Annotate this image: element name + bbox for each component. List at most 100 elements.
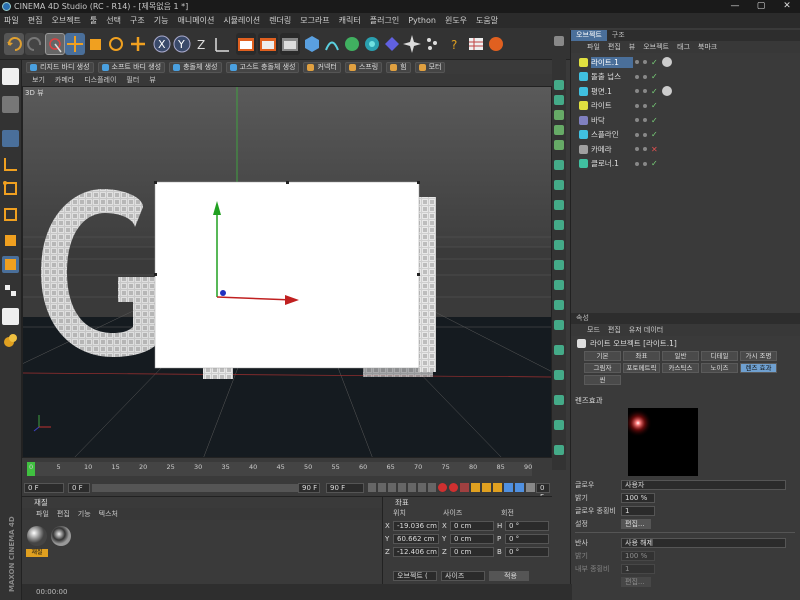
keyframe-selection-icon[interactable] <box>460 483 469 492</box>
strip-tool-icon[interactable] <box>554 240 564 250</box>
strip-tool-icon[interactable] <box>554 320 564 330</box>
render-dot-icon[interactable] <box>643 103 647 108</box>
position-field[interactable]: -19.036 cm <box>393 520 439 531</box>
glow-dropdown[interactable]: 사용자 <box>621 479 786 490</box>
pla-key-icon[interactable] <box>515 483 524 492</box>
object-name[interactable]: 라이트 <box>591 100 633 111</box>
spline-pen-icon[interactable] <box>322 33 342 55</box>
position-field[interactable]: 60.662 cm <box>393 533 439 544</box>
render-picture-viewer-icon[interactable] <box>258 33 278 55</box>
object-name[interactable]: 평면.1 <box>591 86 633 97</box>
attribute-tab[interactable]: 포토메트릭 <box>623 363 660 373</box>
z-axis-icon[interactable]: Z <box>192 33 212 55</box>
object-menu-item[interactable]: 파일 <box>587 42 600 52</box>
model-mode-icon[interactable] <box>2 96 19 113</box>
viewport-menu-item[interactable]: 뷰 <box>149 75 155 85</box>
tag-icon[interactable] <box>661 57 672 68</box>
attribute-tab[interactable]: 그림자 <box>584 363 621 373</box>
undo-icon[interactable] <box>4 33 24 55</box>
enabled-check-icon[interactable]: ✓ <box>651 87 658 96</box>
strip-tool-icon[interactable] <box>554 125 564 135</box>
play-icon[interactable] <box>398 483 406 492</box>
visibility-dot-icon[interactable] <box>635 103 639 108</box>
menu-item[interactable]: Python <box>408 16 436 25</box>
object-row[interactable]: 평면.1 ✓ <box>579 84 800 99</box>
layout-icon[interactable] <box>554 36 564 46</box>
strip-tool-icon[interactable] <box>554 200 564 210</box>
object-name[interactable]: 클로너.1 <box>591 158 633 169</box>
material-slot[interactable]: 재질 <box>26 525 48 557</box>
attribute-tab[interactable]: 디테일 <box>701 351 738 361</box>
dynamics-button[interactable]: 모터 <box>414 61 446 73</box>
enabled-check-icon[interactable]: ✓ <box>651 72 658 81</box>
menu-item[interactable]: 도움말 <box>476 15 498 26</box>
y-axis-icon[interactable]: Y <box>172 33 192 55</box>
axis-mode-icon[interactable] <box>2 256 19 273</box>
attribute-tab[interactable]: 렌즈 효과 <box>740 363 777 373</box>
attribute-menu-item[interactable]: 유저 데이터 <box>629 325 663 335</box>
dynamics-button[interactable]: 고스트 충돌체 생성 <box>225 61 300 73</box>
start-frame-field[interactable]: 0 F <box>24 483 64 493</box>
workplane-icon[interactable] <box>2 156 19 173</box>
menu-item[interactable]: 시뮬레이션 <box>223 15 260 26</box>
end-frame-field[interactable]: 90 F <box>298 483 320 493</box>
strip-tool-icon[interactable] <box>554 110 564 120</box>
time-range-slider[interactable] <box>92 484 312 492</box>
attribute-menu-item[interactable]: 편집 <box>608 325 621 335</box>
attribute-tab[interactable]: 기본 <box>584 351 621 361</box>
object-name[interactable]: 돌출 넙스 <box>591 71 633 82</box>
material-menu-item[interactable]: 편집 <box>57 509 70 519</box>
dynamics-button[interactable]: 스프링 <box>344 61 383 73</box>
attribute-tab[interactable]: 좌표 <box>623 351 660 361</box>
menu-item[interactable]: 편집 <box>28 15 43 26</box>
visibility-dot-icon[interactable] <box>635 161 639 166</box>
render-dot-icon[interactable] <box>643 147 647 152</box>
strip-tool-icon[interactable] <box>554 280 564 290</box>
strip-tool-icon[interactable] <box>554 260 564 270</box>
visibility-dot-icon[interactable] <box>635 118 639 123</box>
object-menu-item[interactable]: 편집 <box>608 42 621 52</box>
object-menu-item[interactable]: 오브젝트 <box>643 42 669 52</box>
attribute-tab[interactable]: 가시 조명 <box>740 351 777 361</box>
strip-tool-icon[interactable] <box>554 160 564 170</box>
texture-mode-icon[interactable] <box>2 130 19 147</box>
settings-edit-button[interactable]: 편집... <box>621 518 651 529</box>
autokey-icon[interactable] <box>449 483 458 492</box>
render-dot-icon[interactable] <box>643 89 647 94</box>
enabled-check-icon[interactable]: ✓ <box>651 159 658 168</box>
enabled-check-icon[interactable]: ✓ <box>651 130 658 139</box>
make-editable-icon[interactable] <box>2 68 19 85</box>
goto-start-icon[interactable] <box>368 483 376 492</box>
visibility-dot-icon[interactable] <box>635 74 639 79</box>
menu-item[interactable]: 구조 <box>130 15 145 26</box>
attribute-tab[interactable]: 일반 <box>662 351 699 361</box>
menu-item[interactable]: 윈도우 <box>445 15 467 26</box>
menu-item[interactable]: 애니메이션 <box>178 15 215 26</box>
material-menu-item[interactable]: 기능 <box>78 509 91 519</box>
rotation-field[interactable]: 0 ° <box>505 533 549 544</box>
render-settings-icon[interactable] <box>280 33 300 55</box>
render-region-icon[interactable] <box>486 33 506 55</box>
object-row[interactable]: 라이트 ✓ <box>579 99 800 114</box>
redo-icon[interactable] <box>25 33 45 55</box>
rotation-key-icon[interactable] <box>493 483 502 492</box>
nurbs-icon[interactable] <box>342 33 362 55</box>
tab-attributes[interactable]: 속성 <box>571 313 594 324</box>
points-mode-icon[interactable] <box>2 180 19 197</box>
strip-tool-icon[interactable] <box>554 445 564 455</box>
material-menu-item[interactable]: 텍스처 <box>99 509 118 519</box>
object-menu-item[interactable]: 북마크 <box>698 42 717 52</box>
strip-tool-icon[interactable] <box>554 180 564 190</box>
menu-item[interactable]: 오브젝트 <box>51 15 80 26</box>
fps-field[interactable]: 0 F <box>536 483 550 501</box>
attribute-tab[interactable]: 씬 <box>584 375 621 385</box>
prev-frame-icon[interactable] <box>388 483 396 492</box>
current-frame-field[interactable]: 0 F <box>68 483 90 493</box>
menu-item[interactable]: 캐릭터 <box>339 15 361 26</box>
cube-icon[interactable] <box>302 33 322 55</box>
strip-tool-icon[interactable] <box>554 370 564 380</box>
viewport-menu-item[interactable]: 보기 <box>32 75 45 85</box>
render-dot-icon[interactable] <box>643 118 647 123</box>
deformer-icon[interactable] <box>382 33 402 55</box>
viewport-menu-item[interactable]: 디스플레이 <box>84 75 116 85</box>
